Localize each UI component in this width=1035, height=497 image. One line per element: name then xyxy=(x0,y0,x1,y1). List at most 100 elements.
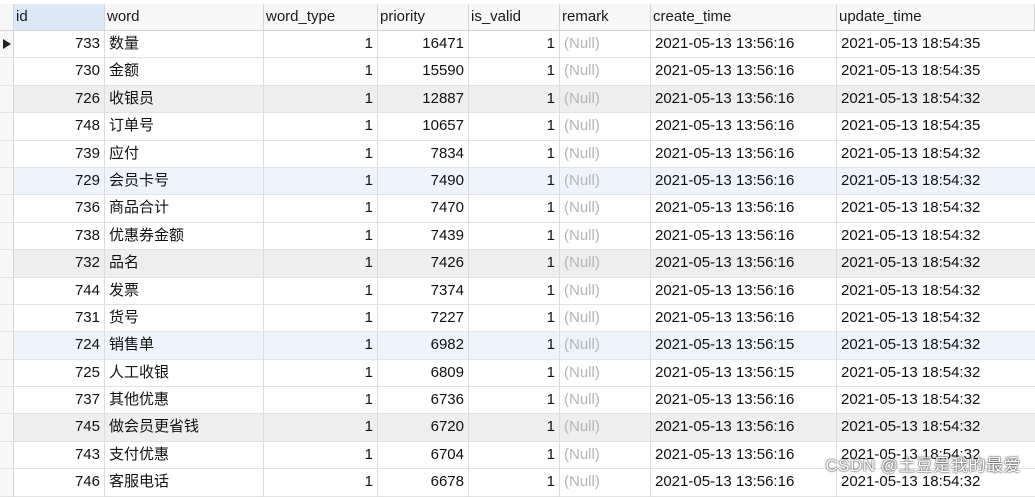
table-row[interactable]: 744 发票 1 7374 1 (Null) 2021-05-13 13:56:16 2021… xyxy=(0,277,1035,305)
cell-id[interactable]: 726 xyxy=(14,85,105,114)
cell-word-type[interactable]: 1 xyxy=(264,31,378,59)
row-selector[interactable] xyxy=(0,195,14,223)
column-header-create-time[interactable]: create_time xyxy=(651,4,837,31)
table-row[interactable]: 745 做会员更省钱 1 6720 1 (Null) 2021-05-13 13:56:16… xyxy=(0,414,1035,442)
cell-priority[interactable]: 6809 xyxy=(378,359,469,388)
cell-is-valid[interactable]: 1 xyxy=(469,113,560,141)
cell-is-valid[interactable]: 1 xyxy=(469,304,560,333)
cell-remark[interactable]: (Null) xyxy=(560,359,651,388)
row-selector[interactable] xyxy=(0,304,14,333)
row-selector[interactable] xyxy=(0,85,14,114)
row-selector[interactable] xyxy=(0,441,14,470)
cell-update-time[interactable]: 2021-05-13 18:54:32 xyxy=(837,414,1035,442)
table-row[interactable]: 726 收银员 1 12887 1 (Null) 2021-05-13 13:56:16 20… xyxy=(0,85,1035,114)
table-row[interactable]: 724 销售单 1 6982 1 (Null) 2021-05-13 13:56:15 202… xyxy=(0,332,1035,360)
cell-id[interactable]: 736 xyxy=(14,195,105,223)
cell-update-time[interactable]: 2021-05-13 18:54:32 xyxy=(837,360,1035,388)
cell-word[interactable]: 应付 xyxy=(105,140,264,168)
cell-update-time[interactable]: 2021-05-13 18:54:32 xyxy=(837,278,1035,305)
cell-word-type[interactable]: 1 xyxy=(264,359,378,388)
cell-create-time[interactable]: 2021-05-13 13:56:16 xyxy=(651,277,837,305)
cell-create-time[interactable]: 2021-05-13 13:56:16 xyxy=(651,304,837,333)
cell-create-time[interactable]: 2021-05-13 13:56:16 xyxy=(651,85,837,114)
cell-id[interactable]: 730 xyxy=(14,58,105,86)
cell-id[interactable]: 738 xyxy=(14,222,105,251)
cell-create-time[interactable]: 2021-05-13 13:56:16 xyxy=(651,387,837,415)
cell-word-type[interactable]: 1 xyxy=(264,469,378,497)
row-selector[interactable] xyxy=(0,250,14,278)
cell-word-type[interactable]: 1 xyxy=(264,304,378,333)
cell-is-valid[interactable]: 1 xyxy=(469,250,560,278)
cell-word-type[interactable]: 1 xyxy=(264,58,378,86)
cell-update-time[interactable]: 2021-05-13 18:54:32 xyxy=(837,167,1035,196)
table-row[interactable]: 733 数量 1 16471 1 (Null) 2021-05-13 13:56:16 202… xyxy=(0,31,1035,59)
column-header-update-time[interactable]: update_time xyxy=(837,4,1035,31)
cell-priority[interactable]: 6720 xyxy=(378,414,469,442)
cell-remark[interactable]: (Null) xyxy=(560,140,651,168)
cell-word[interactable]: 优惠券金额 xyxy=(105,222,264,251)
cell-id[interactable]: 743 xyxy=(14,441,105,470)
row-selector[interactable] xyxy=(0,332,14,360)
cell-update-time[interactable]: 2021-05-13 18:54:32 xyxy=(837,305,1035,333)
cell-priority[interactable]: 7439 xyxy=(378,222,469,251)
cell-word[interactable]: 人工收银 xyxy=(105,359,264,388)
cell-create-time[interactable]: 2021-05-13 13:56:16 xyxy=(651,167,837,196)
cell-is-valid[interactable]: 1 xyxy=(469,31,560,59)
column-header-word-type[interactable]: word_type xyxy=(264,4,378,31)
table-row[interactable]: 730 金额 1 15590 1 (Null) 2021-05-13 13:56:16 202… xyxy=(0,58,1035,86)
table-row[interactable]: 738 优惠券金额 1 7439 1 (Null) 2021-05-13 13:56:16 2… xyxy=(0,222,1035,251)
cell-priority[interactable]: 6736 xyxy=(378,387,469,415)
cell-remark[interactable]: (Null) xyxy=(560,469,651,497)
cell-is-valid[interactable]: 1 xyxy=(469,222,560,251)
cell-update-time[interactable]: 2021-05-13 18:54:32 xyxy=(837,195,1035,223)
column-header-id[interactable]: id xyxy=(14,4,105,31)
cell-id[interactable]: 733 xyxy=(14,31,105,59)
cell-create-time[interactable]: 2021-05-13 13:56:16 xyxy=(651,58,837,86)
table-row[interactable]: 725 人工收银 1 6809 1 (Null) 2021-05-13 13:56:15 20… xyxy=(0,359,1035,388)
cell-word[interactable]: 商品合计 xyxy=(105,195,264,223)
cell-id[interactable]: 744 xyxy=(14,277,105,305)
cell-create-time[interactable]: 2021-05-13 13:56:16 xyxy=(651,469,837,497)
cell-word[interactable]: 订单号 xyxy=(105,113,264,141)
cell-word-type[interactable]: 1 xyxy=(264,250,378,278)
cell-word-type[interactable]: 1 xyxy=(264,387,378,415)
cell-remark[interactable]: (Null) xyxy=(560,332,651,360)
row-selector[interactable] xyxy=(0,167,14,196)
column-header-word[interactable]: word xyxy=(105,4,264,31)
cell-create-time[interactable]: 2021-05-13 13:56:16 xyxy=(651,140,837,168)
current-row-indicator[interactable] xyxy=(0,31,14,59)
cell-update-time[interactable]: 2021-05-13 18:54:35 xyxy=(837,113,1035,141)
cell-word[interactable]: 数量 xyxy=(105,31,264,59)
cell-update-time[interactable]: 2021-05-13 18:54:32 xyxy=(837,387,1035,415)
row-selector[interactable] xyxy=(0,469,14,497)
table-row[interactable]: 736 商品合计 1 7470 1 (Null) 2021-05-13 13:56:16 20… xyxy=(0,195,1035,223)
cell-priority[interactable]: 6678 xyxy=(378,469,469,497)
cell-word-type[interactable]: 1 xyxy=(264,195,378,223)
table-row[interactable]: 729 会员卡号 1 7490 1 (Null) 2021-05-13 13:56:16 20… xyxy=(0,167,1035,196)
cell-word[interactable]: 金额 xyxy=(105,58,264,86)
cell-id[interactable]: 724 xyxy=(14,332,105,360)
cell-create-time[interactable]: 2021-05-13 13:56:16 xyxy=(651,195,837,223)
cell-remark[interactable]: (Null) xyxy=(560,414,651,442)
cell-is-valid[interactable]: 1 xyxy=(469,469,560,497)
cell-word-type[interactable]: 1 xyxy=(264,85,378,114)
cell-word-type[interactable]: 1 xyxy=(264,113,378,141)
cell-update-time[interactable]: 2021-05-13 18:54:32 xyxy=(837,141,1035,168)
cell-word-type[interactable]: 1 xyxy=(264,332,378,360)
row-selector[interactable] xyxy=(0,277,14,305)
cell-remark[interactable]: (Null) xyxy=(560,222,651,251)
row-selector[interactable] xyxy=(0,222,14,251)
row-selector[interactable] xyxy=(0,359,14,388)
cell-id[interactable]: 748 xyxy=(14,113,105,141)
cell-word-type[interactable]: 1 xyxy=(264,414,378,442)
cell-id[interactable]: 745 xyxy=(14,414,105,442)
table-row[interactable]: 732 品名 1 7426 1 (Null) 2021-05-13 13:56:16 2021… xyxy=(0,250,1035,278)
cell-create-time[interactable]: 2021-05-13 13:56:15 xyxy=(651,359,837,388)
cell-word[interactable]: 其他优惠 xyxy=(105,387,264,415)
cell-remark[interactable]: (Null) xyxy=(560,113,651,141)
cell-is-valid[interactable]: 1 xyxy=(469,277,560,305)
column-header-remark[interactable]: remark xyxy=(560,4,651,31)
row-selector[interactable] xyxy=(0,140,14,168)
cell-priority[interactable]: 7834 xyxy=(378,140,469,168)
cell-id[interactable]: 746 xyxy=(14,469,105,497)
